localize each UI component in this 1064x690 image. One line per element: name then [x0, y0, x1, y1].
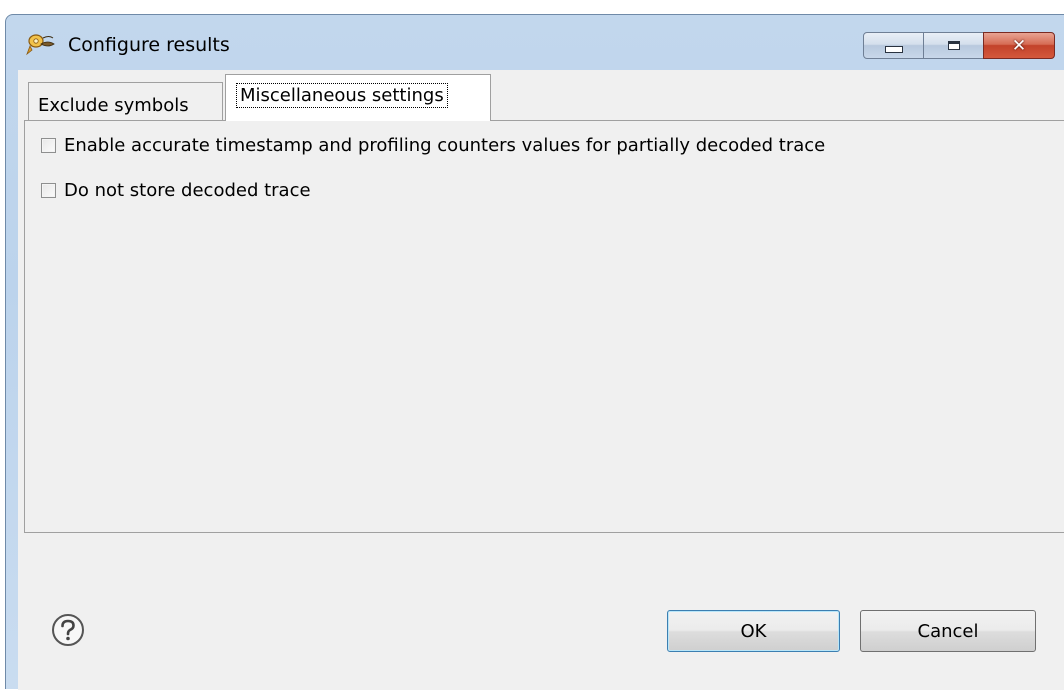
title-bar[interactable]: Configure results ✕ [6, 15, 1064, 70]
dialog-client-area: Exclude symbols Miscellaneous settings E… [18, 70, 1064, 690]
minimize-icon [884, 46, 903, 53]
maximize-icon [947, 41, 960, 50]
tab-exclude-symbols[interactable]: Exclude symbols [28, 82, 223, 120]
minimize-button[interactable] [863, 32, 924, 59]
ok-button[interactable]: OK [667, 610, 840, 652]
tab-miscellaneous-settings[interactable]: Miscellaneous settings [225, 74, 491, 121]
cancel-button[interactable]: Cancel [860, 610, 1036, 652]
accurate-timestamp-checkbox[interactable] [41, 138, 56, 153]
do-not-store-trace-label[interactable]: Do not store decoded trace [64, 180, 311, 201]
accurate-timestamp-label[interactable]: Enable accurate timestamp and profiling … [64, 135, 825, 156]
do-not-store-trace-checkbox[interactable] [41, 183, 56, 198]
option-do-not-store-trace[interactable]: Do not store decoded trace [41, 180, 311, 201]
maximize-button[interactable] [923, 32, 984, 59]
help-icon[interactable] [51, 613, 85, 647]
close-button[interactable]: ✕ [983, 32, 1055, 59]
app-icon [26, 34, 55, 56]
close-icon: ✕ [1011, 35, 1027, 56]
option-accurate-timestamp[interactable]: Enable accurate timestamp and profiling … [41, 135, 825, 156]
window-title: Configure results [68, 34, 230, 56]
tab-label: Miscellaneous settings [236, 83, 448, 108]
dialog-window: Configure results ✕ Exclude symbols Misc… [5, 14, 1064, 690]
tab-panel-miscellaneous: Enable accurate timestamp and profiling … [24, 120, 1064, 533]
